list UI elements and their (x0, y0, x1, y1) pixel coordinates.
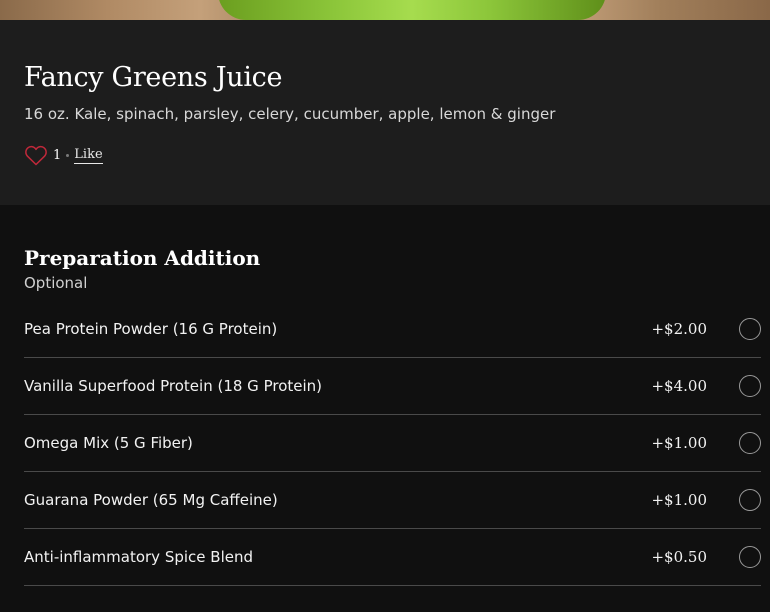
option-row[interactable]: Guarana Powder (65 Mg Caffeine) +$1.00 (24, 472, 761, 529)
option-name: Omega Mix (5 G Fiber) (24, 434, 193, 452)
preparation-addition-section: Preparation Addition Optional Pea Protei… (0, 205, 770, 586)
like-link[interactable]: Like (74, 147, 103, 164)
item-info-panel: Fancy Greens Juice 16 oz. Kale, spinach,… (0, 20, 770, 205)
option-row[interactable]: Omega Mix (5 G Fiber) +$1.00 (24, 415, 761, 472)
options-list: Pea Protein Powder (16 G Protein) +$2.00… (24, 301, 761, 586)
option-name: Anti-inflammatory Spice Blend (24, 548, 253, 566)
separator-dot (66, 153, 70, 157)
heart-icon[interactable] (24, 144, 48, 166)
radio-button[interactable] (739, 489, 761, 511)
juice-glass-image (218, 0, 606, 20)
section-title: Preparation Addition (24, 246, 261, 270)
option-price: +$0.50 (651, 548, 707, 566)
item-title: Fancy Greens Juice (24, 62, 283, 93)
option-price: +$1.00 (651, 491, 707, 509)
option-name: Pea Protein Powder (16 G Protein) (24, 320, 278, 338)
radio-button[interactable] (739, 375, 761, 397)
radio-button[interactable] (739, 432, 761, 454)
option-row[interactable]: Anti-inflammatory Spice Blend +$0.50 (24, 529, 761, 586)
option-price: +$1.00 (651, 434, 707, 452)
like-row: 1 Like (24, 143, 746, 167)
section-subtitle: Optional (24, 274, 88, 292)
option-price: +$2.00 (651, 320, 707, 338)
option-row[interactable]: Pea Protein Powder (16 G Protein) +$2.00 (24, 301, 761, 358)
option-name: Guarana Powder (65 Mg Caffeine) (24, 491, 278, 509)
item-description: 16 oz. Kale, spinach, parsley, celery, c… (24, 105, 556, 123)
option-name: Vanilla Superfood Protein (18 G Protein) (24, 377, 323, 395)
option-row[interactable]: Vanilla Superfood Protein (18 G Protein)… (24, 358, 761, 415)
option-price: +$4.00 (651, 377, 707, 395)
radio-button[interactable] (739, 546, 761, 568)
like-count: 1 (53, 147, 62, 163)
radio-button[interactable] (739, 318, 761, 340)
product-image (0, 0, 770, 20)
